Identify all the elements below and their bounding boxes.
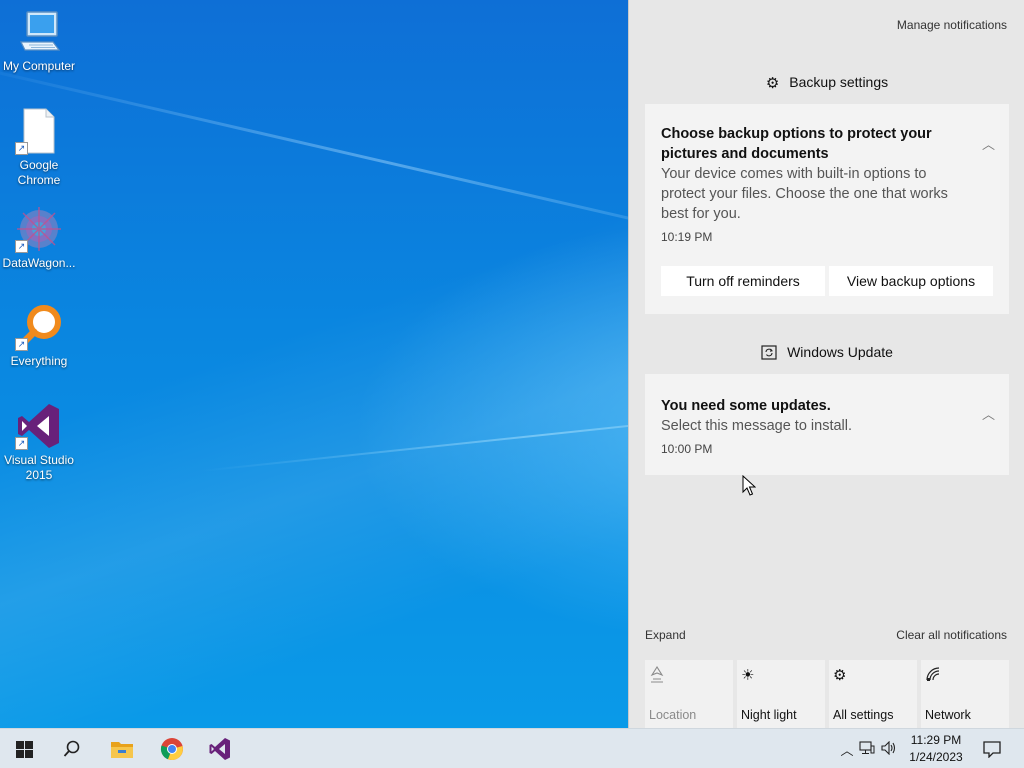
shortcut-arrow-icon: ↗ — [15, 338, 28, 351]
magnifier-icon: ↗ — [15, 303, 63, 351]
blank-file-icon: ↗ — [15, 107, 63, 155]
windows-update-icon — [761, 345, 777, 362]
google-chrome-taskbar-button[interactable] — [148, 729, 196, 768]
location-icon — [649, 665, 665, 688]
action-center-panel: Manage notifications ⚙ Backup settings ︿ … — [628, 0, 1024, 728]
clock-date: 1/24/2023 — [909, 750, 963, 764]
start-button[interactable] — [0, 729, 48, 768]
clock-time: 11:29 PM — [910, 733, 962, 747]
manage-notifications-link[interactable]: Manage notifications — [897, 18, 1007, 32]
quick-action-all-settings[interactable]: ⚙ All settings — [829, 660, 917, 728]
taskbar-clock[interactable]: 11:29 PM 1/24/2023 — [906, 732, 966, 766]
desktop-icon-visual-studio[interactable]: ↗ Visual Studio 2015 — [0, 402, 78, 483]
desktop-icon-label: Everything — [10, 354, 68, 368]
datawagon-icon: ↗ — [15, 205, 63, 253]
mouse-cursor-icon — [742, 474, 757, 502]
folder-icon — [111, 742, 133, 758]
desktop-icon-datawagon[interactable]: ↗ DataWagon... — [0, 205, 78, 271]
network-wired-icon[interactable] — [856, 740, 878, 758]
quick-action-location[interactable]: Location — [645, 660, 733, 728]
system-tray: ︿ — [838, 729, 900, 768]
notification-card-windows-update[interactable]: ︿ You need some updates. Select this mes… — [645, 374, 1009, 475]
desktop-icon-label: Google Chrome — [17, 158, 61, 187]
quick-action-label: All settings — [833, 708, 894, 722]
notification-title: Choose backup options to protect your pi… — [661, 126, 932, 162]
desktop-icon-label: My Computer — [2, 59, 76, 73]
notification-body: Select this message to install. — [661, 418, 853, 434]
clear-all-notifications-link[interactable]: Clear all notifications — [896, 628, 1007, 642]
night-light-icon: ☀ — [741, 667, 755, 684]
notification-body: Your device comes with built-in options … — [661, 166, 948, 222]
desktop-icon-everything[interactable]: ↗ Everything — [0, 303, 78, 369]
desktop-icon-label: Visual Studio 2015 — [4, 453, 74, 482]
quick-actions: Location ☀ Night light ⚙ All settings Ne… — [645, 660, 1009, 728]
notification-time: 10:19 PM — [661, 230, 713, 244]
computer-icon — [15, 8, 63, 56]
notification-time: 10:00 PM — [661, 442, 713, 456]
shortcut-arrow-icon: ↗ — [15, 437, 28, 450]
network-icon — [925, 666, 941, 686]
action-center-button[interactable] — [972, 729, 1012, 768]
chevron-up-icon[interactable]: ︿ — [838, 740, 856, 759]
turn-off-reminders-button[interactable]: Turn off reminders — [661, 266, 825, 296]
chrome-icon — [160, 738, 183, 761]
visual-studio-icon: ↗ — [15, 402, 63, 450]
notification-group-header-windows-update[interactable]: Windows Update — [629, 344, 1024, 362]
gear-icon: ⚙ — [833, 667, 847, 684]
quick-action-night-light[interactable]: ☀ Night light — [737, 660, 825, 728]
quick-action-network[interactable]: Network — [921, 660, 1009, 728]
desktop-icon-label: DataWagon... — [2, 256, 76, 270]
desktop-icon-google-chrome[interactable]: ↗ Google Chrome — [0, 107, 78, 188]
shortcut-arrow-icon: ↗ — [15, 240, 28, 253]
chevron-up-icon[interactable]: ︿ — [982, 134, 995, 153]
gear-icon: ⚙ — [765, 75, 780, 92]
search-icon — [63, 740, 80, 757]
search-button[interactable] — [48, 729, 96, 768]
group-title: Backup settings — [789, 74, 889, 90]
desktop-icon-my-computer[interactable]: My Computer — [0, 8, 78, 74]
shortcut-arrow-icon: ↗ — [15, 142, 28, 155]
chevron-up-icon[interactable]: ︿ — [982, 404, 995, 423]
volume-icon[interactable] — [878, 740, 900, 758]
quick-action-label: Location — [649, 708, 697, 722]
quick-action-label: Night light — [741, 708, 797, 722]
file-explorer-button[interactable] — [98, 729, 146, 768]
taskbar: ︿ 11:29 PM 1/24/2023 — [0, 728, 1024, 768]
notification-group-header-backup[interactable]: ⚙ Backup settings — [629, 74, 1024, 92]
expand-quick-actions-link[interactable]: Expand — [645, 628, 686, 642]
visual-studio-icon — [209, 738, 230, 760]
visual-studio-taskbar-button[interactable] — [196, 729, 244, 768]
group-title: Windows Update — [787, 344, 893, 360]
view-backup-options-button[interactable]: View backup options — [829, 266, 993, 296]
windows-logo-icon — [15, 740, 33, 758]
quick-action-label: Network — [925, 708, 971, 722]
notification-icon — [983, 741, 1001, 758]
notification-card-backup[interactable]: ︿ Choose backup options to protect your … — [645, 104, 1009, 314]
notification-title: You need some updates. — [661, 398, 831, 414]
